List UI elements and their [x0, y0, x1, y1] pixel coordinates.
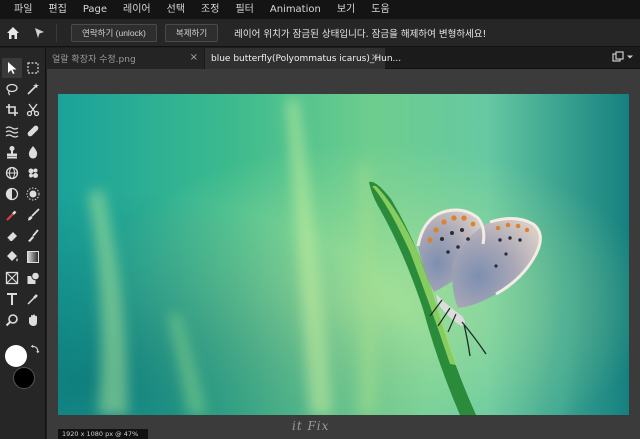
scissors-icon[interactable]: [23, 100, 43, 120]
blur-drop-icon[interactable]: [23, 142, 43, 162]
color-picker-icon[interactable]: [23, 289, 43, 309]
background-color-swatch[interactable]: [13, 367, 35, 389]
menu-page[interactable]: Page: [75, 0, 115, 19]
menu-adjust[interactable]: 조정: [193, 0, 227, 19]
move-tool-icon[interactable]: [26, 20, 52, 46]
close-icon[interactable]: ×: [371, 52, 379, 63]
butterfly-image[interactable]: [58, 94, 629, 415]
tab-butterfly[interactable]: blue butterfly(Polyommatus icarus)_Hun..…: [205, 48, 401, 69]
close-icon[interactable]: ×: [190, 52, 198, 63]
frame-icon[interactable]: [2, 268, 22, 288]
document-tabs: 얼랄 확장자 수정.png × blue butterfly(Polyommat…: [46, 48, 640, 69]
shape-icon[interactable]: [23, 268, 43, 288]
chevron-down-icon: [627, 55, 633, 59]
unlock-button[interactable]: 연락하기 (unlock): [71, 23, 157, 42]
tab-label: 얼랄 확장자 수정.png: [52, 55, 136, 65]
menu-animation[interactable]: Animation: [262, 0, 329, 19]
spot-icon[interactable]: [23, 184, 43, 204]
eyedropper-icon[interactable]: [2, 205, 22, 225]
select-arrow-icon[interactable]: [2, 58, 22, 78]
options-bar: 연락하기 (unlock) 복제하기 레이어 위치가 잠금된 상태입니다. 잠금…: [0, 19, 640, 47]
bucket-icon[interactable]: [2, 247, 22, 267]
liquify-icon[interactable]: [2, 121, 22, 141]
menu-help[interactable]: 도움: [363, 0, 397, 19]
magic-wand-icon[interactable]: [23, 79, 43, 99]
sponge-icon[interactable]: [23, 163, 43, 183]
hand-icon[interactable]: [23, 310, 43, 330]
menu-view[interactable]: 보기: [329, 0, 363, 19]
tab-extension-png[interactable]: 얼랄 확장자 수정.png ×: [46, 48, 204, 69]
swap-colors-icon[interactable]: [29, 343, 41, 355]
zoom-icon[interactable]: [2, 310, 22, 330]
brush-icon[interactable]: [23, 205, 43, 225]
canvas-workspace[interactable]: [47, 69, 640, 439]
menu-filter[interactable]: 필터: [227, 0, 261, 19]
text-tool-icon[interactable]: [2, 289, 22, 309]
windows-icon: [612, 51, 624, 62]
foreground-color-swatch[interactable]: [5, 345, 27, 367]
menu-edit[interactable]: 편집: [40, 0, 74, 19]
menu-file[interactable]: 파일: [6, 0, 40, 19]
menu-select[interactable]: 선택: [159, 0, 193, 19]
gradient-icon[interactable]: [23, 247, 43, 267]
dodge-burn-icon[interactable]: [2, 184, 22, 204]
menu-bar: 파일 편집 Page 레이어 선택 조정 필터 Animation 보기 도움: [0, 0, 640, 19]
sphere-icon[interactable]: [2, 163, 22, 183]
crop-icon[interactable]: [2, 100, 22, 120]
document-info: 1920 x 1080 px @ 47%: [58, 429, 148, 439]
stamp-icon[interactable]: [2, 142, 22, 162]
duplicate-button[interactable]: 복제하기: [164, 23, 219, 42]
home-icon[interactable]: [0, 20, 26, 46]
smudge-icon[interactable]: [23, 226, 43, 246]
window-arrange-control[interactable]: [612, 51, 634, 63]
divider: [56, 23, 57, 42]
tools-panel: [0, 48, 46, 439]
eraser-icon[interactable]: [2, 226, 22, 246]
lasso-icon[interactable]: [2, 79, 22, 99]
marquee-icon[interactable]: [23, 58, 43, 78]
layer-lock-message: 레이어 위치가 잠금된 상태입니다. 잠금을 해제하여 변형하세요!: [234, 28, 487, 40]
bandage-icon[interactable]: [23, 121, 43, 141]
menu-layer[interactable]: 레이어: [115, 0, 159, 19]
watermark-text: it Fix: [292, 419, 330, 433]
